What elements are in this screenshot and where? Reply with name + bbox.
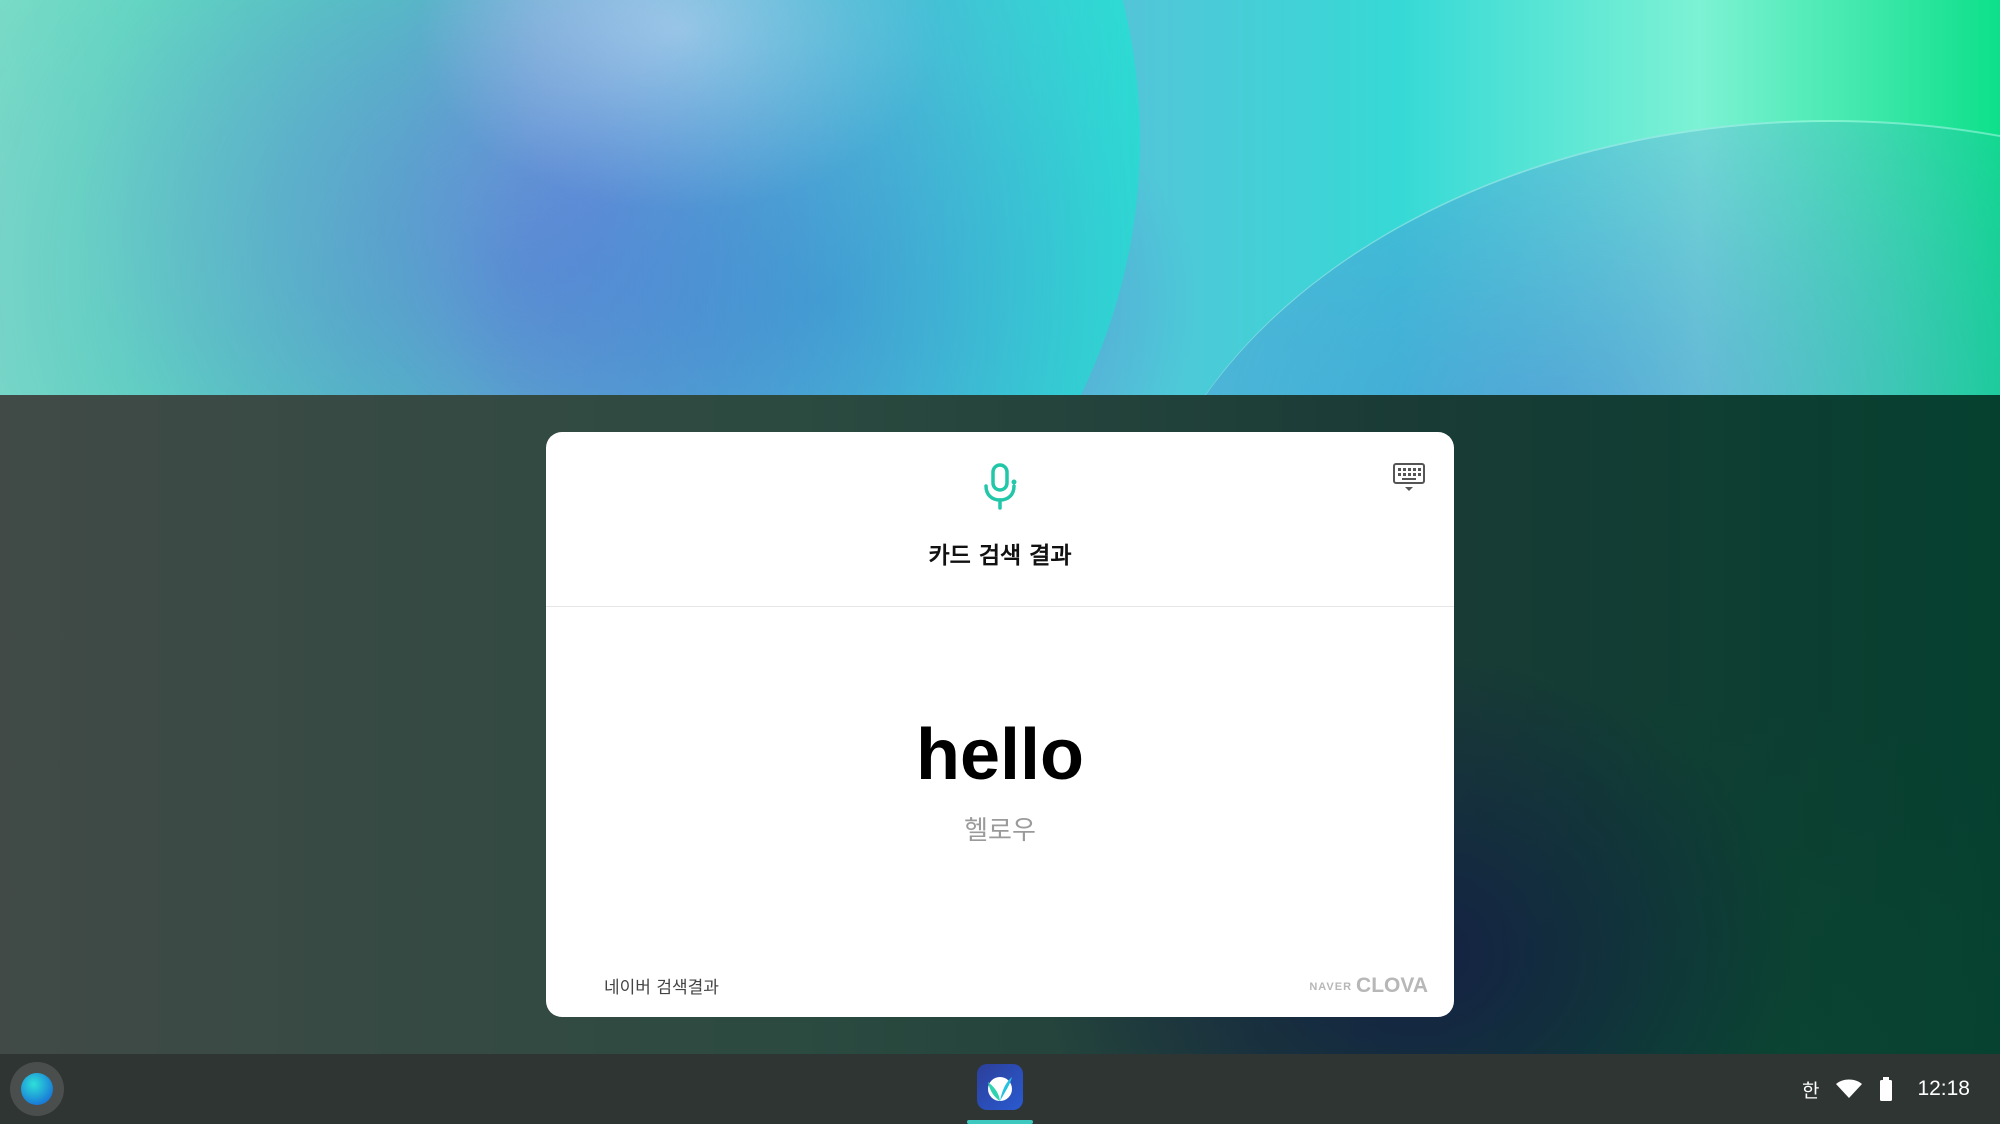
wallpaper-arc-right <box>1130 120 2000 395</box>
result-pronunciation: 헬로우 <box>964 816 1036 846</box>
clock[interactable]: 12:18 <box>1917 1077 1970 1101</box>
naver-clova-logo: NAVER CLOVA <box>1309 974 1428 998</box>
launcher-icon <box>21 1073 53 1105</box>
voice-search-card: 카드 검색 결과 hello 헬로우 네이버 검색결과 NAVER CLOVA <box>546 432 1454 1017</box>
ime-indicator[interactable]: 한 <box>1802 1076 1819 1103</box>
wallpaper-arc <box>0 0 1140 395</box>
result-word: hello <box>915 715 1084 795</box>
card-header: 카드 검색 결과 <box>546 432 1454 607</box>
battery-icon <box>1880 1077 1893 1101</box>
keyboard-icon[interactable] <box>1392 462 1426 494</box>
active-app-indicator <box>967 1120 1033 1124</box>
status-tray[interactable]: 한 12:18 <box>1802 1054 1970 1124</box>
card-title: 카드 검색 결과 <box>928 543 1072 569</box>
wallpaper <box>0 0 2000 395</box>
clova-logo-icon <box>988 1077 1012 1101</box>
wifi-icon <box>1836 1079 1863 1098</box>
brand-clova: CLOVA <box>1356 974 1428 997</box>
launcher-button[interactable] <box>10 1062 64 1116</box>
microphone-icon[interactable] <box>980 462 1020 510</box>
shelf: 한 12:18 <box>0 1054 2000 1124</box>
naver-search-results-link[interactable]: 네이버 검색결과 <box>604 973 719 998</box>
clova-app-icon[interactable] <box>977 1064 1023 1110</box>
brand-naver: NAVER <box>1309 981 1353 993</box>
